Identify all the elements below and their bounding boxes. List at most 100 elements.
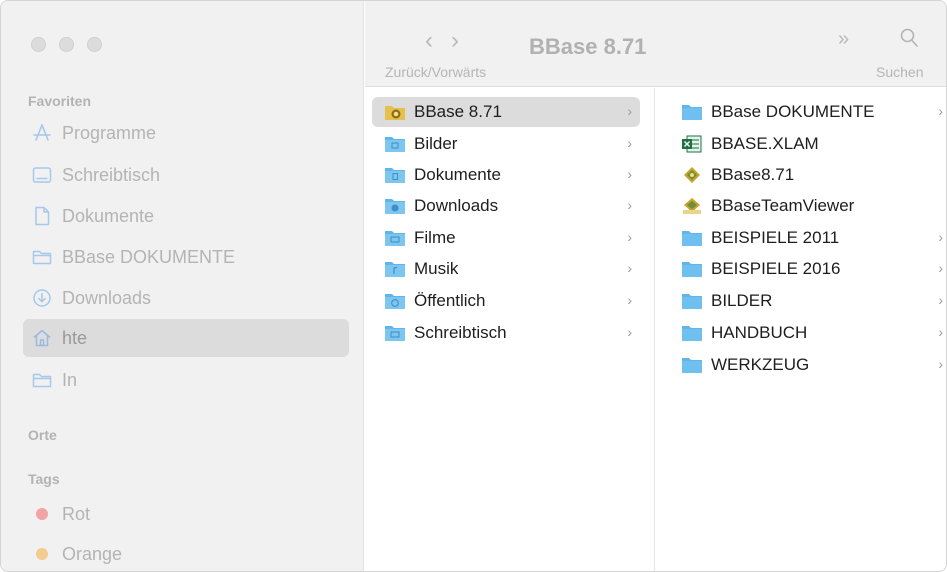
sidebar-item-dokumente[interactable]: Dokumente [23, 197, 349, 235]
list-item-label: WERKZEUG [711, 355, 810, 374]
list-item-label: Downloads [414, 196, 499, 215]
list-item-handbuch[interactable]: HANDBUCH › [671, 318, 943, 348]
folder-icon [682, 105, 702, 120]
chevron-right-icon: › [938, 356, 943, 372]
chevron-right-icon: › [627, 103, 632, 119]
list-item-label: Schreibtisch [414, 323, 507, 342]
chevron-right-icon: › [938, 292, 943, 308]
chevron-right-icon: › [938, 229, 943, 245]
sidebar-item-in[interactable]: In [23, 361, 349, 399]
sidebar-item-label: Downloads [62, 287, 152, 308]
list-item-downloads[interactable]: Downloads › [372, 191, 640, 221]
back-button[interactable]: ‹ [425, 27, 433, 55]
locations-header[interactable]: Orte [28, 427, 57, 443]
list-item-label: Dokumente [414, 165, 501, 184]
sidebar-item-label: BBase DOKUMENTE [62, 246, 236, 267]
list-item-filme[interactable]: Filme › [372, 223, 640, 253]
list-item-label: Filme [414, 228, 456, 247]
downloads-folder-icon [385, 199, 405, 214]
list-item-dokumente[interactable]: Dokumente › [372, 160, 640, 190]
list-item-oeffentlich[interactable]: Öffentlich › [372, 286, 640, 316]
chevron-right-icon: › [938, 103, 943, 119]
public-folder-icon [385, 294, 405, 309]
list-item-bbase-xlam[interactable]: BBASE.XLAM [671, 129, 939, 159]
column-browser-2: BBase DOKUMENTE › BBASE.XLAM BBase8.71 B… [656, 88, 946, 571]
folder-icon [682, 326, 702, 341]
document-icon [31, 205, 53, 227]
sidebar-tag-rot[interactable]: Rot [23, 495, 349, 533]
list-item-musik[interactable]: Musik › [372, 254, 640, 284]
download-icon [31, 287, 53, 309]
sidebar-tag-orange[interactable]: Orange [23, 535, 349, 571]
list-item-bbase-dokumente[interactable]: BBase DOKUMENTE › [671, 97, 943, 127]
desktop-icon [31, 164, 53, 186]
movies-folder-icon [385, 231, 405, 246]
chevron-right-icon: › [627, 229, 632, 245]
list-item-beispiele-2016[interactable]: BEISPIELE 2016 › [671, 254, 943, 284]
list-item-label: Bilder [414, 134, 458, 153]
list-item-bilder-folder[interactable]: BILDER › [671, 286, 943, 316]
sidebar-item-label: Dokumente [62, 205, 155, 226]
list-item-bbase871-app[interactable]: BBase8.71 [671, 160, 939, 190]
list-item-bilder[interactable]: Bilder › [372, 129, 640, 159]
search-icon [900, 28, 918, 47]
chevron-right-icon: › [938, 324, 943, 340]
tags-header[interactable]: Tags [28, 471, 60, 487]
column-browser-1: BBase 8.71 › Bilder › Dokumente › Downlo… [365, 88, 655, 571]
search-caption: Suchen [876, 64, 924, 80]
chevron-right-icon: › [627, 135, 632, 151]
folder-icon [682, 262, 702, 277]
sidebar: Favoriten Programme Schreibtisch Dokumen… [1, 1, 364, 571]
list-item-bbaseteamviewer[interactable]: BBaseTeamViewer [671, 191, 939, 221]
list-item-schreibtisch[interactable]: Schreibtisch › [372, 318, 640, 348]
app-alias-icon [683, 198, 701, 214]
list-item-label: Musik [414, 259, 459, 278]
more-toolbar-button[interactable]: » [838, 28, 849, 51]
window-title: BBase 8.71 [529, 34, 647, 59]
chevron-right-icon: › [627, 292, 632, 308]
chevron-right-icon: › [627, 324, 632, 340]
list-item-werkzeug[interactable]: WERKZEUG › [671, 350, 943, 380]
folder-icon [31, 246, 53, 268]
list-item-label: HANDBUCH [711, 323, 808, 342]
sidebar-item-label: Programme [62, 122, 157, 143]
sidebar-item-label: In [62, 369, 78, 390]
minimize-window-button[interactable] [59, 37, 74, 52]
sidebar-item-downloads[interactable]: Downloads [23, 279, 349, 317]
list-item-label: BEISPIELE 2016 [711, 259, 841, 278]
forward-button[interactable]: › [451, 27, 459, 55]
chevron-right-icon: › [627, 166, 632, 182]
folder-icon [682, 231, 702, 246]
sidebar-item-label: hte [62, 327, 88, 348]
excel-file-icon [682, 135, 702, 153]
folder-icon [682, 358, 702, 373]
app-folder-icon [385, 106, 405, 120]
chevron-right-icon: › [938, 260, 943, 276]
sidebar-item-label: Schreibtisch [62, 164, 161, 185]
sidebar-item-hte[interactable]: hte [23, 319, 349, 357]
list-item-label: BEISPIELE 2011 [711, 228, 840, 247]
desktop-folder-icon [385, 326, 405, 341]
red-tag-dot-icon [36, 508, 48, 520]
sidebar-item-programme[interactable]: Programme [23, 114, 349, 152]
sidebar-item-bbase-dokumente[interactable]: BBase DOKUMENTE [23, 238, 349, 276]
sidebar-item-schreibtisch[interactable]: Schreibtisch [23, 156, 349, 194]
tag-dot-container [31, 503, 53, 525]
tag-dot-container [31, 543, 53, 565]
toolbar: ‹ › Zurück/Vorwärts BBase 8.71 » Suchen [365, 1, 946, 87]
sidebar-tag-label: Orange [62, 543, 123, 564]
list-item-beispiele-2011[interactable]: BEISPIELE 2011 › [671, 223, 943, 253]
orange-tag-dot-icon [36, 548, 48, 560]
list-item-label: Öffentlich [414, 291, 486, 310]
list-item-label: BILDER [711, 291, 773, 310]
app-icon [684, 167, 700, 183]
list-item-bbase-871[interactable]: BBase 8.71 › [372, 97, 640, 127]
search-button[interactable] [899, 27, 919, 54]
nav-arrows: ‹ › [425, 27, 459, 55]
finder-window: Favoriten Programme Schreibtisch Dokumen… [0, 0, 947, 572]
close-window-button[interactable] [31, 37, 46, 52]
zoom-window-button[interactable] [87, 37, 102, 52]
nav-caption: Zurück/Vorwärts [385, 64, 487, 80]
chevron-right-icon: › [627, 260, 632, 276]
pictures-folder-icon [385, 137, 405, 152]
